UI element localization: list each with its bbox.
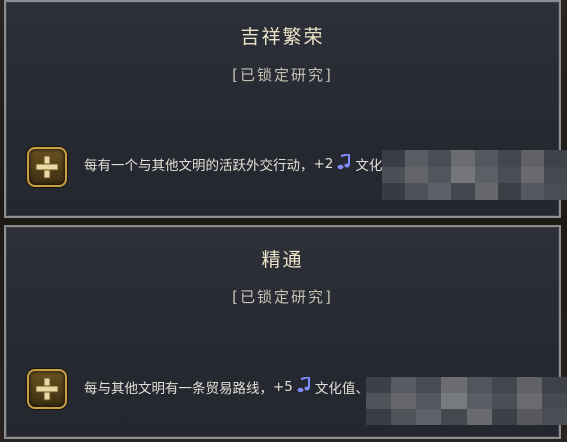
effect-amount-1: +5 <box>273 379 293 395</box>
card-title: 精通 <box>261 249 304 271</box>
card-title: 吉祥繁荣 <box>240 26 325 48</box>
culture-note-icon <box>297 375 311 397</box>
plus-badge-icon <box>27 147 67 187</box>
plus-icon <box>35 155 59 179</box>
effect-text: 每有一个与其他文明的活跃外交行动， +2 文化值 。 <box>84 152 409 174</box>
pixelated-watermark <box>366 377 567 425</box>
card-status: [已锁定研究] <box>232 66 333 84</box>
effect-amount: +2 <box>313 156 334 172</box>
card-status: [已锁定研究] <box>232 288 333 306</box>
effect-prefix: 每有一个与其他文明的活跃外交行动， <box>84 158 314 174</box>
plus-badge-icon <box>27 369 67 409</box>
culture-note-icon <box>337 152 351 174</box>
pixelated-watermark <box>382 150 567 200</box>
plus-icon <box>35 377 59 401</box>
effect-label-1: 文化值、 <box>314 381 369 397</box>
effect-prefix: 每与其他文明有一条贸易路线， <box>84 381 273 397</box>
